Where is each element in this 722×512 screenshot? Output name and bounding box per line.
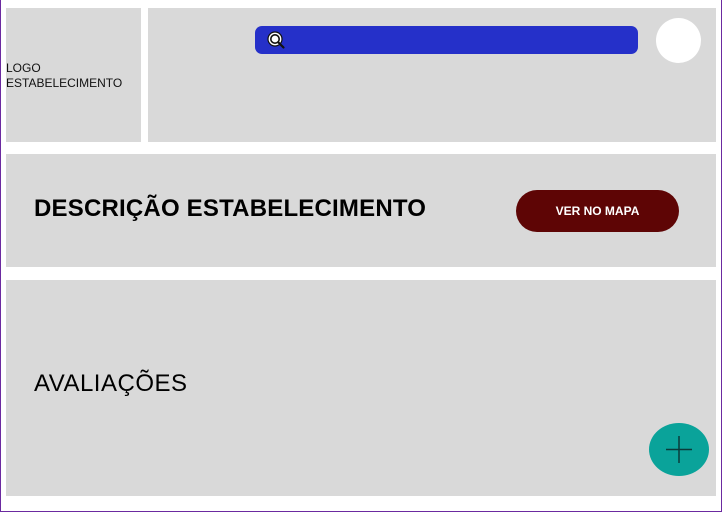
search-input[interactable] <box>291 26 631 54</box>
reviews-title: AVALIAÇÕES <box>34 370 188 397</box>
search-bar[interactable] <box>255 26 638 54</box>
establishment-description-title: DESCRIÇÃO ESTABELECIMENTO <box>34 195 427 222</box>
reviews-panel: AVALIAÇÕES <box>6 280 716 496</box>
description-panel: DESCRIÇÃO ESTABELECIMENTO VER NO MAPA <box>6 154 716 267</box>
plus-icon <box>666 436 692 463</box>
view-on-map-button[interactable]: VER NO MAPA <box>516 190 679 232</box>
avatar[interactable] <box>656 18 701 63</box>
header-panel <box>148 8 716 142</box>
logo-panel: LOGO ESTABELECIMENTO <box>6 8 141 142</box>
establishment-logo: LOGO ESTABELECIMENTO <box>6 61 123 90</box>
search-icon[interactable] <box>267 31 287 51</box>
add-review-button[interactable] <box>649 423 709 476</box>
